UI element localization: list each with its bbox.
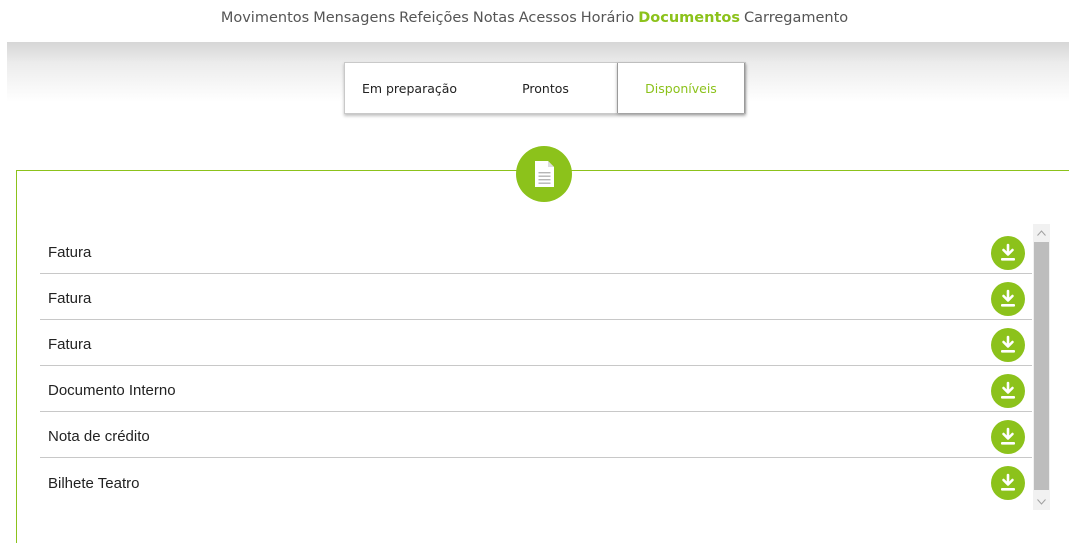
document-icon xyxy=(516,146,572,202)
nav-refeicoes[interactable]: Refeições xyxy=(399,10,469,26)
document-label: Fatura xyxy=(48,336,92,353)
tab-em-preparacao[interactable]: Em preparação xyxy=(345,63,474,113)
documents-list: Fatura Fatura Fatura Documento Interno N… xyxy=(40,228,1032,504)
nav-mensagens[interactable]: Mensagens xyxy=(313,10,395,26)
list-item: Fatura xyxy=(40,320,1032,366)
nav-movimentos[interactable]: Movimentos xyxy=(221,10,309,26)
download-icon[interactable] xyxy=(991,235,1025,270)
list-item: Fatura xyxy=(40,274,1032,320)
download-icon[interactable] xyxy=(991,419,1025,454)
list-scrollbar[interactable] xyxy=(1033,224,1050,510)
nav-acessos[interactable]: Acessos xyxy=(519,10,577,26)
chevron-up-icon[interactable] xyxy=(1033,224,1050,241)
tab-disponiveis[interactable]: Disponíveis xyxy=(617,63,745,113)
tab-prontos[interactable]: Prontos xyxy=(474,63,617,113)
nav-horario[interactable]: Horário xyxy=(581,10,634,26)
document-label: Bilhete Teatro xyxy=(48,474,140,492)
scrollbar-thumb[interactable] xyxy=(1034,242,1049,490)
document-label: Documento Interno xyxy=(48,382,176,399)
document-label: Fatura xyxy=(48,244,92,261)
document-status-tabs: Em preparação Prontos Disponíveis xyxy=(344,62,746,114)
document-label: Nota de crédito xyxy=(48,428,150,445)
list-item: Documento Interno xyxy=(40,366,1032,412)
list-item: Bilhete Teatro xyxy=(40,458,1032,504)
list-item: Fatura xyxy=(40,228,1032,274)
download-icon[interactable] xyxy=(991,373,1025,408)
nav-carregamento[interactable]: Carregamento xyxy=(744,10,848,26)
list-item: Nota de crédito xyxy=(40,412,1032,458)
download-icon[interactable] xyxy=(991,327,1025,362)
download-icon[interactable] xyxy=(991,281,1025,316)
download-icon[interactable] xyxy=(991,466,1025,500)
chevron-down-icon[interactable] xyxy=(1033,493,1050,510)
document-label: Fatura xyxy=(48,290,92,307)
nav-notas[interactable]: Notas xyxy=(473,10,515,26)
top-navigation: Movimentos Mensagens Refeições Notas Ace… xyxy=(0,0,1069,40)
nav-documentos[interactable]: Documentos xyxy=(638,10,740,26)
